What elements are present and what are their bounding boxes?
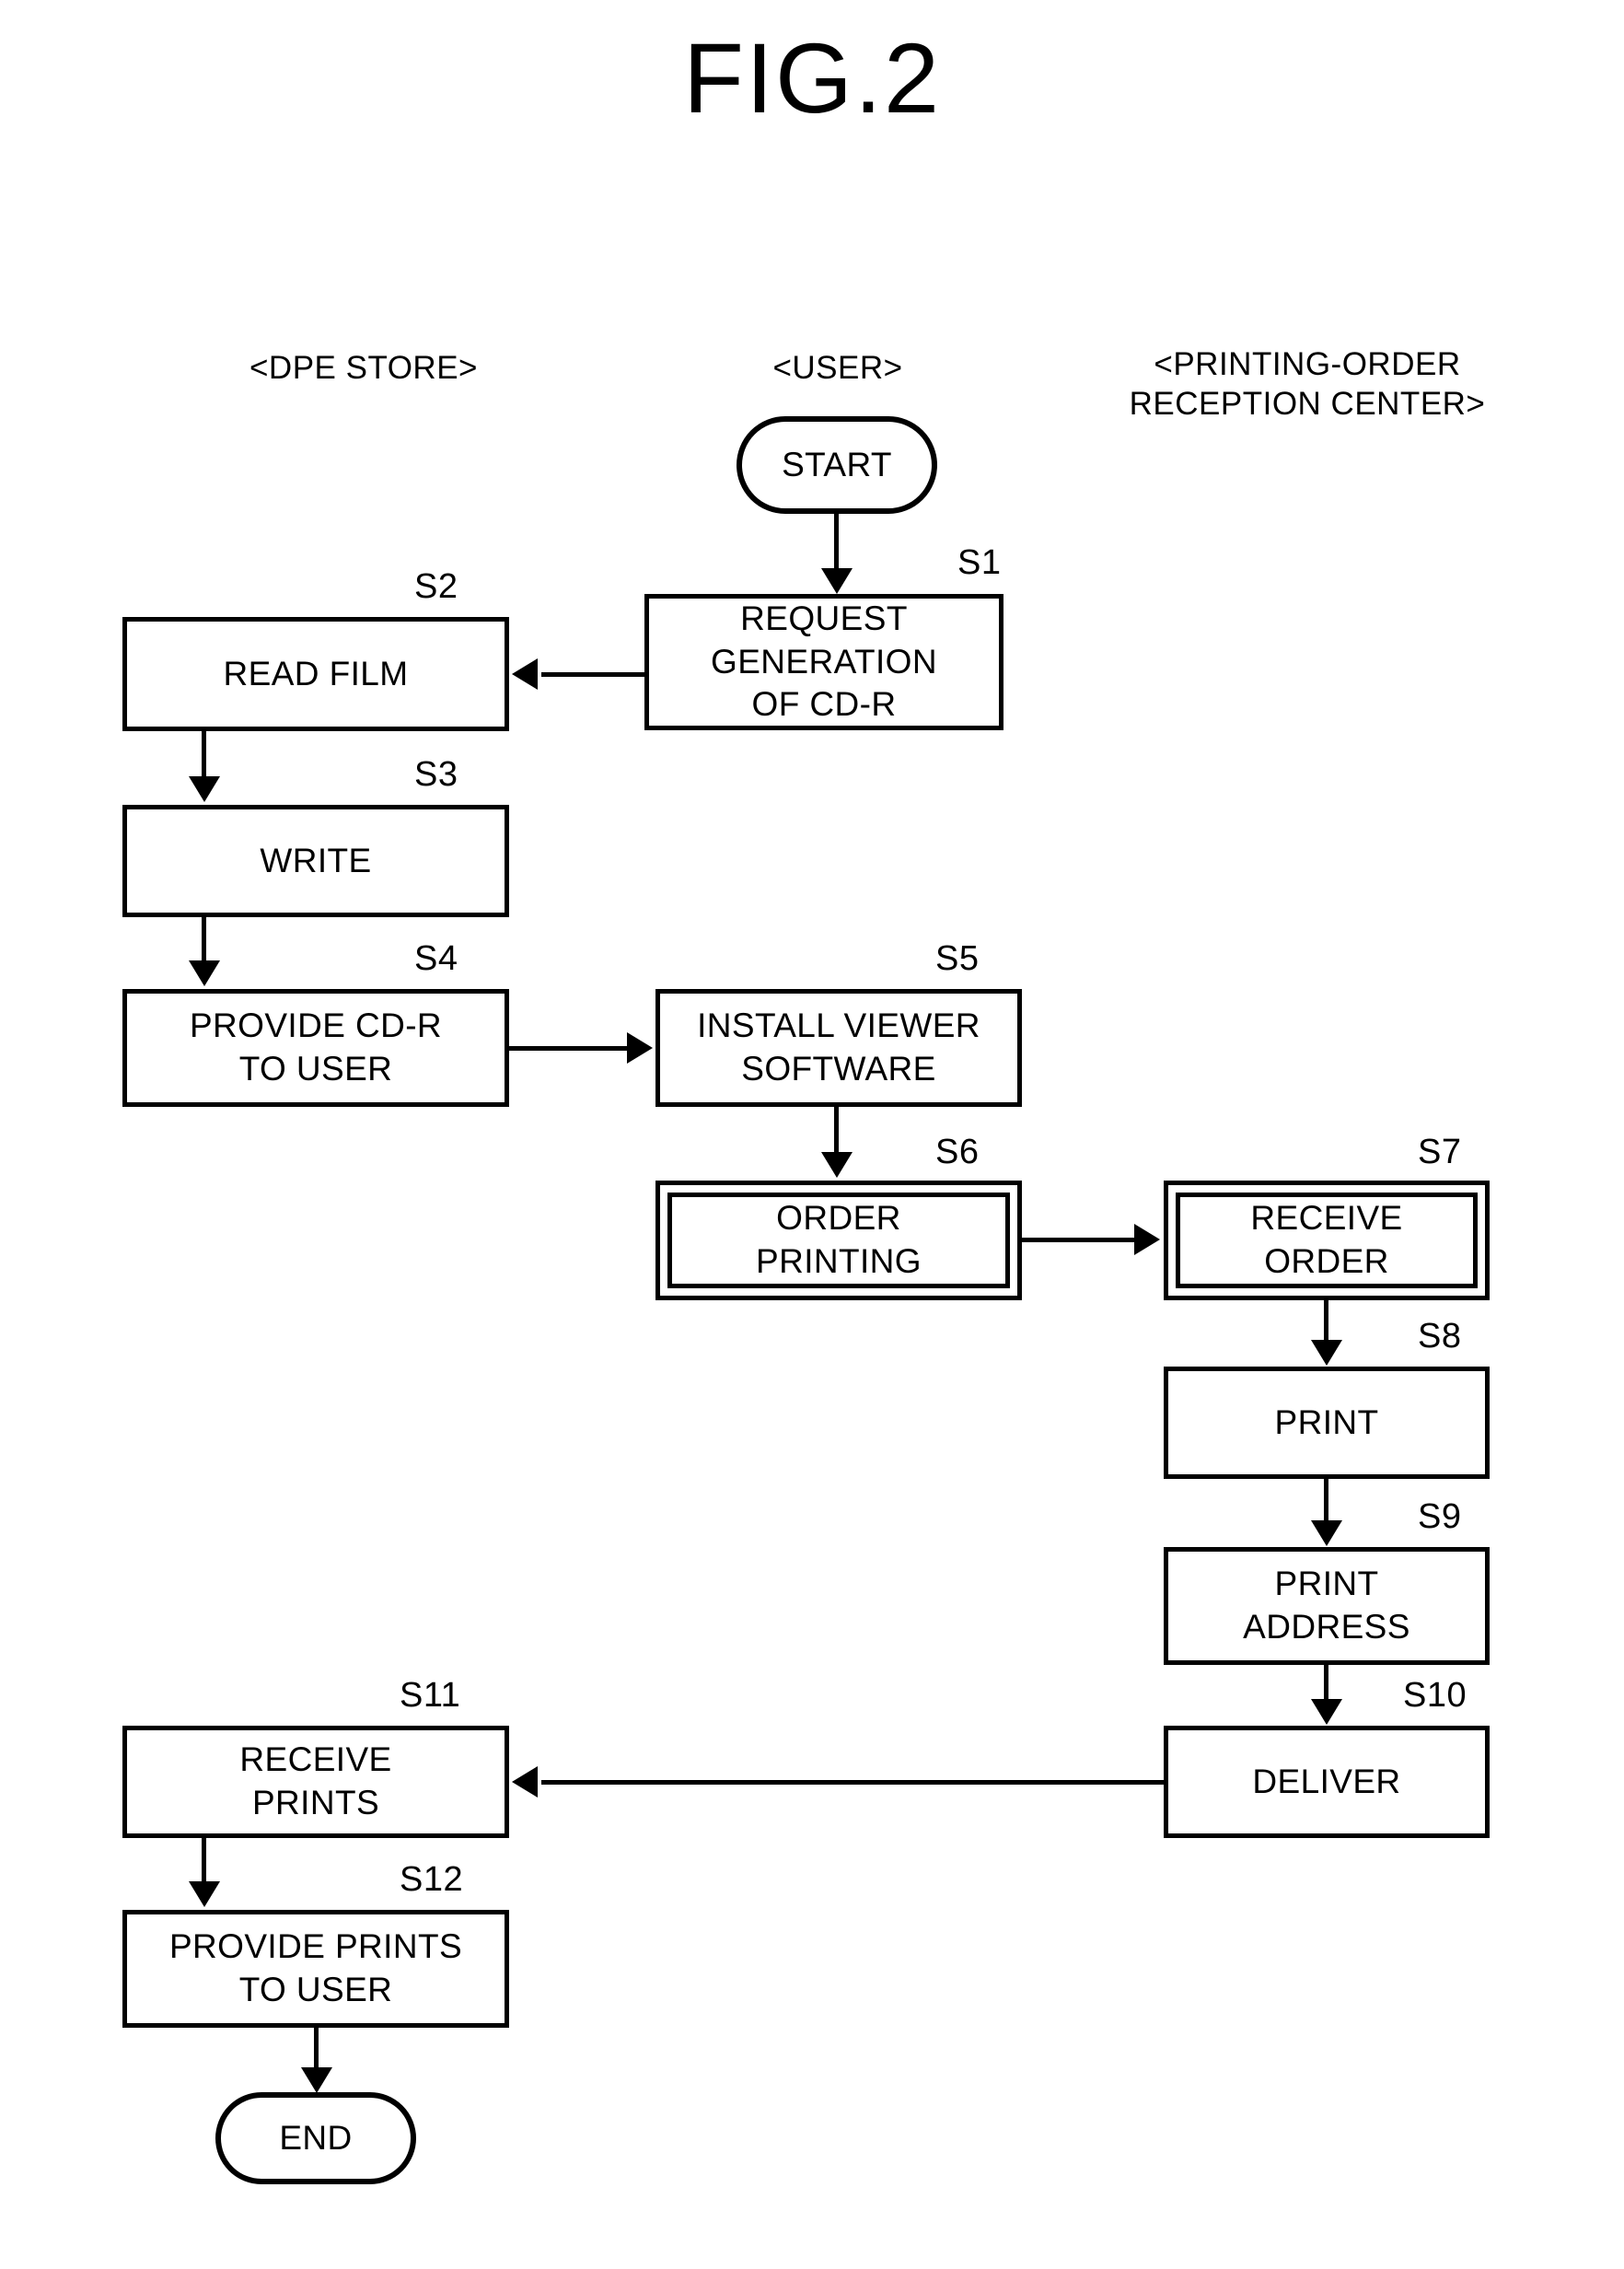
- node-s1-request-generation-of-cd-r: REQUEST GENERATION OF CD-R: [644, 594, 1003, 730]
- node-start: START: [737, 416, 937, 514]
- edge-s11-to-s12-line: [202, 1838, 206, 1884]
- figure-title: FIG.2: [682, 22, 942, 134]
- edge-s7-to-s8-arrow: [1311, 1340, 1342, 1366]
- edge-s10-to-s11-line: [541, 1780, 1166, 1785]
- node-end: END: [215, 2092, 416, 2184]
- edge-s7-to-s8-line: [1324, 1300, 1328, 1343]
- step-label-s10: S10: [1403, 1676, 1467, 1715]
- edge-s3-to-s4-line: [202, 917, 206, 965]
- step-label-s1: S1: [957, 543, 1002, 582]
- node-s12-provide-prints-to-user: PROVIDE PRINTS TO USER: [122, 1910, 509, 2028]
- lane-header-user: <USER>: [772, 350, 903, 386]
- step-label-s7: S7: [1418, 1133, 1462, 1171]
- edge-s3-to-s4-arrow: [189, 960, 220, 986]
- node-s2-read-film: READ FILM: [122, 617, 509, 731]
- edge-s5-to-s6-arrow: [821, 1152, 853, 1178]
- edge-s2-to-s3-line: [202, 731, 206, 779]
- node-s7-inner: RECEIVE ORDER: [1176, 1193, 1478, 1288]
- step-label-s4: S4: [414, 939, 458, 978]
- node-s10-deliver: DELIVER: [1164, 1726, 1490, 1838]
- edge-s9-to-s10-line: [1324, 1665, 1328, 1702]
- node-s8-print: PRINT: [1164, 1367, 1490, 1479]
- edge-s5-to-s6-line: [834, 1107, 839, 1155]
- edge-s6-to-s7-arrow: [1134, 1224, 1160, 1255]
- edge-s9-to-s10-arrow: [1311, 1699, 1342, 1725]
- edge-s6-to-s7-line: [1022, 1238, 1134, 1242]
- edge-s12-to-end-line: [314, 2028, 319, 2070]
- edge-s1-to-s2-line: [541, 672, 646, 677]
- edge-s10-to-s11-arrow: [512, 1766, 538, 1798]
- node-s11-receive-prints: RECEIVE PRINTS: [122, 1726, 509, 1838]
- node-s6-order-printing: ORDER PRINTING: [655, 1181, 1022, 1300]
- edge-s1-to-s2-arrow: [512, 658, 538, 690]
- edge-s12-to-end-arrow: [301, 2067, 332, 2093]
- lane-header-printing-order-reception-center: <PRINTING-ORDER RECEPTION CENTER>: [1129, 346, 1486, 423]
- step-label-s11: S11: [400, 1676, 461, 1715]
- node-s9-print-address: PRINT ADDRESS: [1164, 1547, 1490, 1665]
- lane-header-dpe-store: <DPE STORE>: [249, 350, 478, 386]
- edge-s11-to-s12-arrow: [189, 1881, 220, 1907]
- step-label-s3: S3: [414, 755, 458, 794]
- node-s6-inner: ORDER PRINTING: [667, 1193, 1010, 1288]
- step-label-s9: S9: [1418, 1497, 1462, 1536]
- edge-start-to-s1-arrow: [821, 568, 853, 594]
- step-label-s6: S6: [935, 1133, 980, 1171]
- edge-s4-to-s5-line: [509, 1046, 627, 1051]
- node-s4-provide-cd-r-to-user: PROVIDE CD-R TO USER: [122, 989, 509, 1107]
- step-label-s2: S2: [414, 567, 458, 606]
- edge-s8-to-s9-line: [1324, 1479, 1328, 1523]
- edge-s8-to-s9-arrow: [1311, 1520, 1342, 1546]
- node-s7-receive-order: RECEIVE ORDER: [1164, 1181, 1490, 1300]
- step-label-s5: S5: [935, 939, 980, 978]
- edge-start-to-s1-line: [834, 514, 839, 571]
- node-s3-write: WRITE: [122, 805, 509, 917]
- edge-s2-to-s3-arrow: [189, 776, 220, 802]
- step-label-s12: S12: [400, 1860, 464, 1899]
- node-s5-install-viewer-software: INSTALL VIEWER SOFTWARE: [655, 989, 1022, 1107]
- edge-s4-to-s5-arrow: [627, 1032, 653, 1064]
- step-label-s8: S8: [1418, 1317, 1462, 1356]
